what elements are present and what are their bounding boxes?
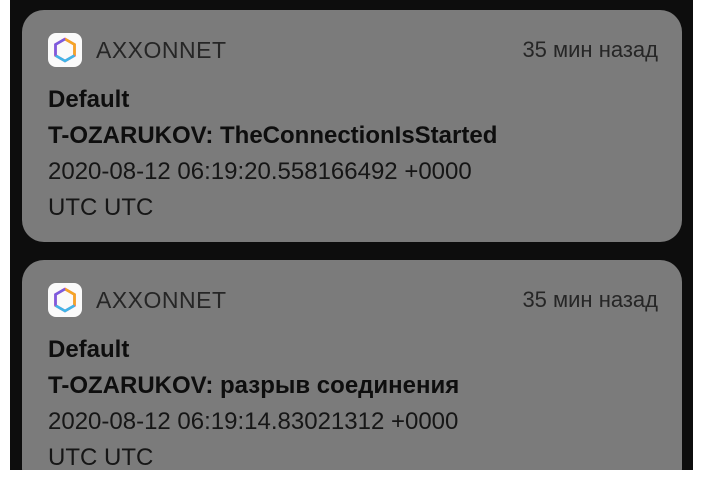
notification-title: Default <box>48 86 130 113</box>
notification-body: Default T-OZARUKOV: разрыв соединения 20… <box>48 332 658 470</box>
notification-message-line: 2020-08-12 06:19:20.558166492 +0000 <box>48 158 472 185</box>
axxonnet-hexagon-icon <box>48 33 82 67</box>
notification-time: 35 мин назад <box>522 287 658 312</box>
notification-subtitle: T-OZARUKOV: TheConnectionIsStarted <box>48 122 498 149</box>
notification-message-line: UTC UTC <box>48 194 154 221</box>
axxonnet-hexagon-icon <box>48 283 82 317</box>
notification-time: 35 мин назад <box>522 37 658 62</box>
notification-card[interactable]: AXXONNET 35 мин назад Default T-OZARUKOV… <box>22 260 682 470</box>
notification-message-line: 2020-08-12 06:19:14.83021312 +0000 <box>48 408 459 435</box>
notification-center: AXXONNET 35 мин назад Default T-OZARUKOV… <box>10 0 693 470</box>
app-name: AXXONNET <box>96 286 227 313</box>
notification-message-line: UTC UTC <box>48 444 154 470</box>
notification-header: AXXONNET 35 мин назад <box>48 282 658 318</box>
notification-header: AXXONNET 35 мин назад <box>48 32 658 68</box>
app-name: AXXONNET <box>96 36 227 63</box>
notification-subtitle: T-OZARUKOV: разрыв соединения <box>48 372 460 399</box>
notification-body: Default T-OZARUKOV: TheConnectionIsStart… <box>48 82 658 226</box>
notification-title: Default <box>48 336 130 363</box>
notification-card[interactable]: AXXONNET 35 мин назад Default T-OZARUKOV… <box>22 10 682 242</box>
